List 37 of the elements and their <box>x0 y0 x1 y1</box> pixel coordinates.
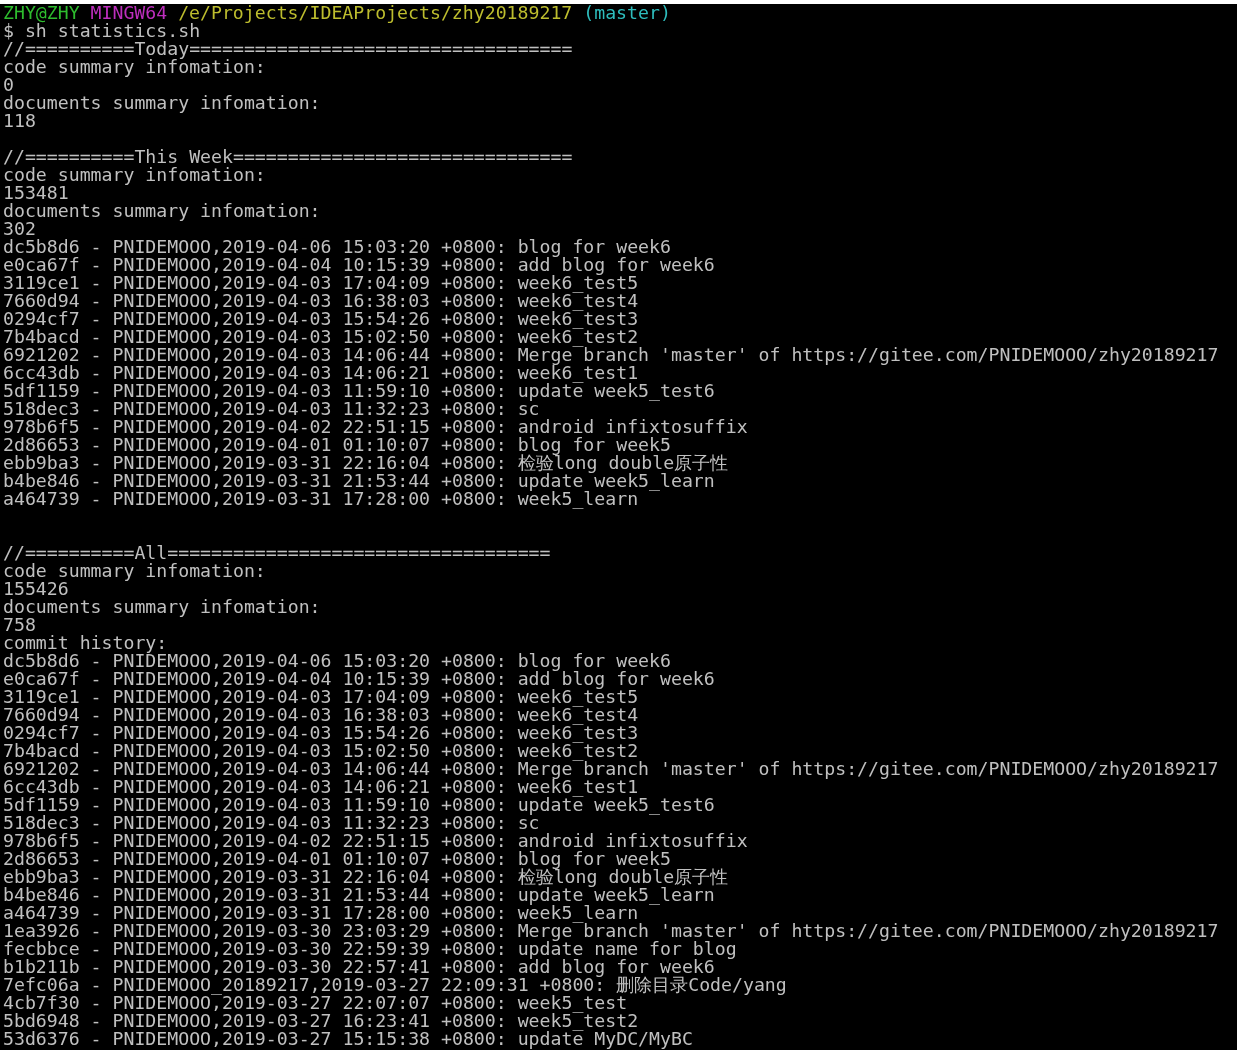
output-line: 978b6f5 - PNIDEMOOO,2019-04-02 22:51:15 +0800: android infixtosuffix <box>3 416 748 437</box>
output-line: code summary infomation: <box>3 164 266 185</box>
output-line: 7b4bacd - PNIDEMOOO,2019-04-03 15:02:50 +0800: week6_test2 <box>3 740 639 761</box>
prompt-shell: MINGW64 <box>90 4 168 23</box>
output-line: 978b6f5 - PNIDEMOOO,2019-04-02 22:51:15 +0800: android infixtosuffix <box>3 830 748 851</box>
output-line: dc5b8d6 - PNIDEMOOO,2019-04-06 15:03:20 +0800: blog for week6 <box>3 236 671 257</box>
output-line: 5df1159 - PNIDEMOOO,2019-04-03 11:59:10 +0800: update week5_test6 <box>3 380 715 401</box>
output-line: commit history: <box>3 632 168 653</box>
output-line: 302 <box>3 218 36 239</box>
output-line: //==========This Week=============================== <box>3 146 573 167</box>
output-line: //==========All=================================== <box>3 542 551 563</box>
output-line: code summary infomation: <box>3 560 266 581</box>
prompt-branch: (master) <box>583 4 671 23</box>
output-line: 118 <box>3 110 36 131</box>
output-line: 7660d94 - PNIDEMOOO,2019-04-03 16:38:03 +0800: week6_test4 <box>3 704 639 725</box>
output-line: documents summary infomation: <box>3 92 321 113</box>
output-line: 53d6376 - PNIDEMOOO,2019-03-27 15:15:38 +0800: update MyDC/MyBC <box>3 1028 693 1049</box>
output-line: 153481 <box>3 182 69 203</box>
prompt-user: ZHY@ZHY <box>3 4 80 23</box>
output-line: 0294cf7 - PNIDEMOOO,2019-04-03 15:54:26 +0800: week6_test3 <box>3 308 639 329</box>
output-line: 0 <box>3 74 14 95</box>
output-line: 7660d94 - PNIDEMOOO,2019-04-03 16:38:03 +0800: week6_test4 <box>3 290 639 311</box>
output-line: 6921202 - PNIDEMOOO,2019-04-03 14:06:44 +0800: Merge branch 'master' of https://gitee.com/PNIDEMOOO/zhy20189217 <box>3 758 1219 779</box>
output-line: 5df1159 - PNIDEMOOO,2019-04-03 11:59:10 +0800: update week5_test6 <box>3 794 715 815</box>
output-line: 6921202 - PNIDEMOOO,2019-04-03 14:06:44 +0800: Merge branch 'master' of https://gitee.com/PNIDEMOOO/zhy20189217 <box>3 344 1219 365</box>
output-line: documents summary infomation: <box>3 200 321 221</box>
output-line: documents summary infomation: <box>3 596 321 617</box>
output-line: 155426 <box>3 578 69 599</box>
output-line: 5bd6948 - PNIDEMOOO,2019-03-27 16:23:41 +0800: week5_test2 <box>3 1010 639 1031</box>
output-line: 7b4bacd - PNIDEMOOO,2019-04-03 15:02:50 +0800: week6_test2 <box>3 326 639 347</box>
prompt-path: /e/Projects/IDEAProjects/zhy20189217 <box>178 4 573 23</box>
output-line: 758 <box>3 614 36 635</box>
output-line: 0294cf7 - PNIDEMOOO,2019-04-03 15:54:26 +0800: week6_test3 <box>3 722 639 743</box>
output-line: 2d86653 - PNIDEMOOO,2019-04-01 01:10:07 +0800: blog for week5 <box>3 434 671 455</box>
output-line: 2d86653 - PNIDEMOOO,2019-04-01 01:10:07 +0800: blog for week5 <box>3 848 671 869</box>
output-line: //==========Today=================================== <box>3 38 573 59</box>
output-line: 1ea3926 - PNIDEMOOO,2019-03-30 23:03:29 +0800: Merge branch 'master' of https://gitee.com/PNIDEMOOO/zhy20189217 <box>3 920 1219 941</box>
